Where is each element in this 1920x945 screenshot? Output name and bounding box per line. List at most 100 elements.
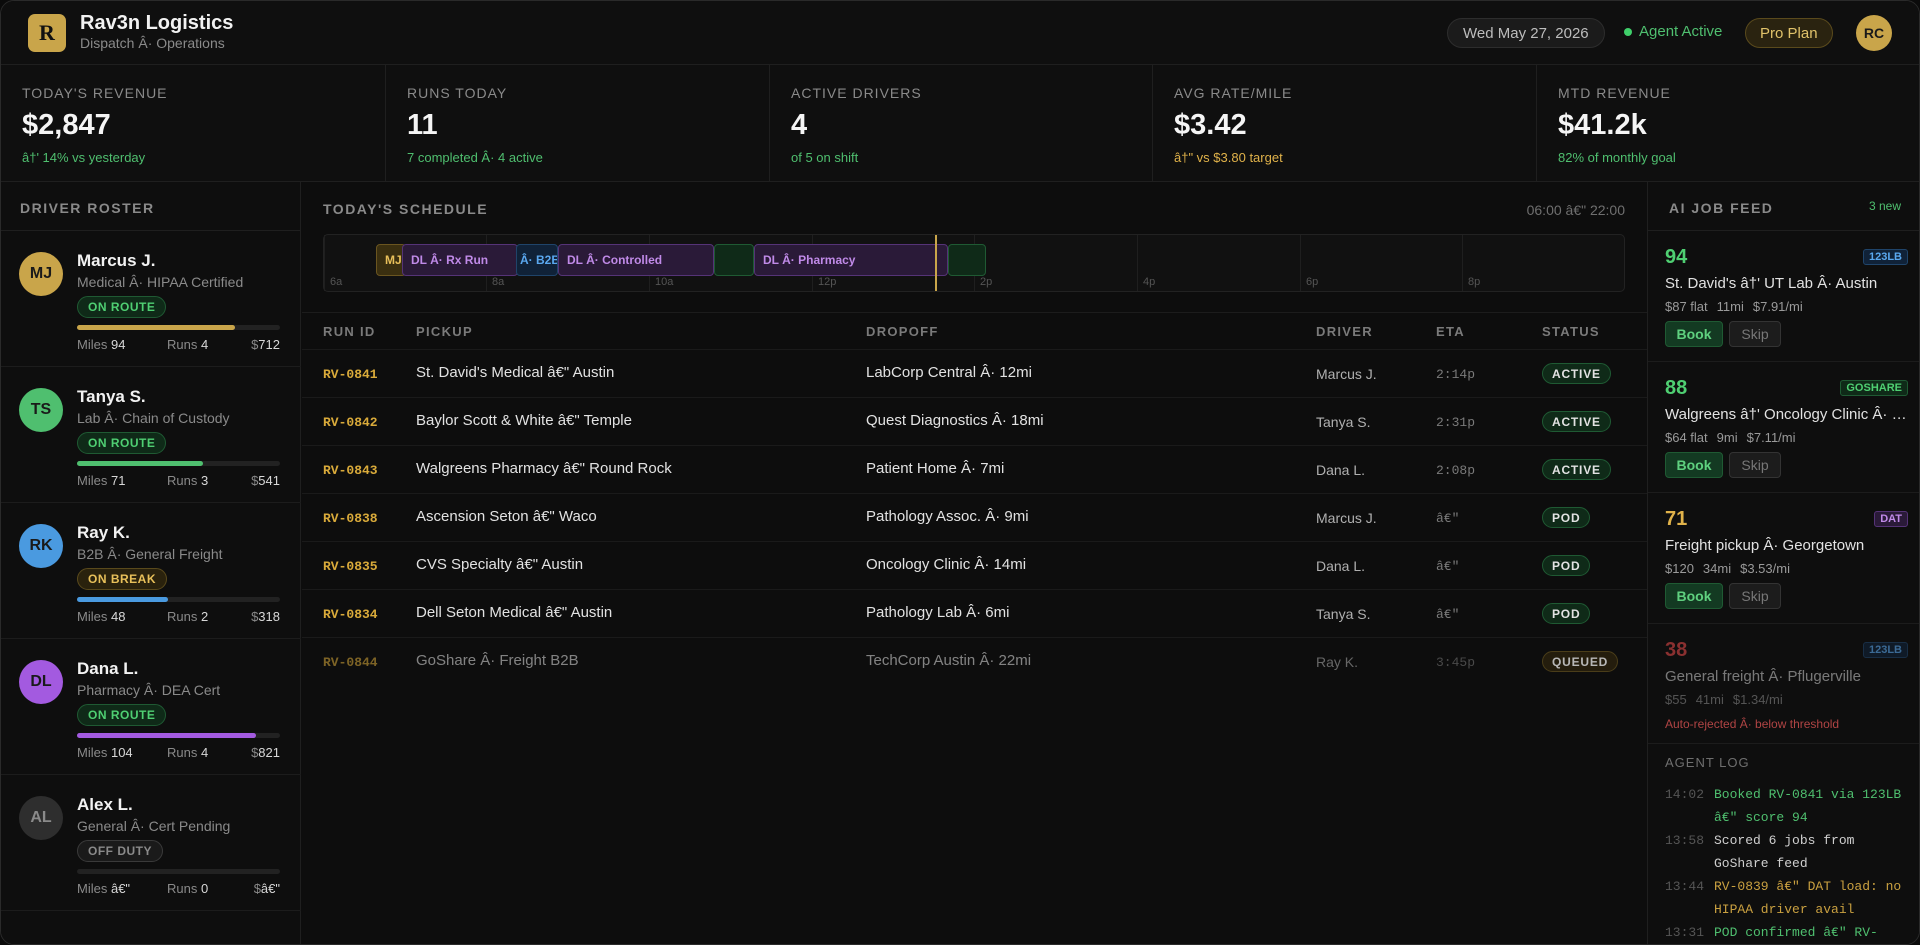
avatar: AL [19, 796, 63, 840]
col-header-status[interactable]: STATUS [1542, 324, 1600, 339]
new-count: 3 new [1868, 199, 1901, 213]
progress-bar [77, 461, 280, 466]
status-badge: ON BREAK [77, 568, 168, 590]
driver-card[interactable]: TS Tanya S. Lab Â· Chain of Custody ON R… [1, 367, 301, 503]
brand-logo: R [28, 14, 66, 52]
job-card[interactable]: 94 123LB St. David's â†' UT Lab Â· Austi… [1648, 231, 1919, 362]
run-id: RV-0843 [323, 463, 378, 478]
divider [302, 312, 1647, 313]
table-row[interactable]: RV-0834 Dell Seton Medical â€" Austin Pa… [302, 589, 1647, 637]
user-avatar[interactable]: RC [1856, 15, 1892, 51]
schedule-block[interactable]: Â· B2B C [516, 244, 558, 276]
schedule-range: 06:00 â€" 22:00 [1526, 202, 1625, 218]
book-button[interactable]: Book [1665, 452, 1723, 478]
log-time: 13:31 [1665, 925, 1705, 940]
driver-name: Tanya S. [77, 387, 146, 406]
plan-badge[interactable]: Pro Plan [1745, 18, 1833, 48]
agent-status-label: Agent Active [1639, 23, 1723, 40]
job-card[interactable]: 88 GOSHARE Walgreens â†' Oncology Clinic… [1648, 362, 1919, 493]
schedule-block[interactable] [948, 244, 986, 276]
book-button[interactable]: Book [1665, 583, 1723, 609]
driver-card[interactable]: DL Dana L. Pharmacy Â· DEA Cert ON ROUTE… [1, 639, 301, 775]
table-row[interactable]: RV-0843 Walgreens Pharmacy â€" Round Roc… [302, 445, 1647, 493]
skip-button[interactable]: Skip [1729, 452, 1781, 478]
eta: 2:31p [1436, 415, 1476, 430]
log-entry: 14:02 Booked RV-0841 via 123LB â€" score… [1665, 783, 1907, 829]
source-badge: DAT [1874, 511, 1908, 527]
job-meta: $55 41mi $1.34/mi [1665, 692, 1783, 707]
roster-title: DRIVER ROSTER [20, 200, 155, 216]
stat-active-drivers: ACTIVE DRIVERS 4 of 5 on shift [770, 65, 1153, 182]
col-header-driver[interactable]: DRIVER [1316, 324, 1373, 339]
schedule-block[interactable] [714, 244, 754, 276]
schedule-block[interactable]: DL Â· Controlled [558, 244, 714, 276]
job-title: St. David's â†' UT Lab Â· Austin [1665, 275, 1878, 292]
skip-button[interactable]: Skip [1729, 321, 1781, 347]
skip-button[interactable]: Skip [1729, 583, 1781, 609]
dropoff: Pathology Lab Â· 6mi [866, 604, 1010, 621]
avatar: RK [19, 524, 63, 568]
dropoff: Pathology Assoc. Â· 9mi [866, 508, 1029, 525]
driver-card[interactable]: AL Alex L. General Â· Cert Pending OFF D… [1, 775, 301, 911]
book-button[interactable]: Book [1665, 321, 1723, 347]
col-header-pickup[interactable]: PICKUP [416, 324, 473, 339]
date-pill[interactable]: Wed May 27, 2026 [1447, 18, 1605, 48]
driver: Dana L. [1316, 558, 1366, 574]
timeline-tick: 4p [1143, 276, 1156, 288]
schedule-block[interactable]: DL Â· Rx Run [402, 244, 518, 276]
table-row[interactable]: RV-0844 GoShare Â· Freight B2B TechCorp … [302, 637, 1647, 685]
driver-role: Pharmacy Â· DEA Cert [77, 682, 221, 698]
source-badge: GOSHARE [1840, 380, 1908, 396]
table-row[interactable]: RV-0841 St. David's Medical â€" Austin L… [302, 349, 1647, 397]
stat-label: TODAY'S REVENUE [22, 85, 168, 101]
job-card[interactable]: 71 DAT Freight pickup Â· Georgetown $120… [1648, 493, 1919, 624]
stat-sub: 82% of monthly goal [1558, 150, 1676, 165]
stat-sub: â†" vs $3.80 target [1174, 150, 1283, 165]
col-header-dropoff[interactable]: DROPOFF [866, 324, 939, 339]
agent-status[interactable]: Agent Active [1624, 23, 1722, 40]
stat-label: AVG RATE/MILE [1174, 85, 1293, 101]
run-id: RV-0841 [323, 367, 378, 382]
stat-label: ACTIVE DRIVERS [791, 85, 922, 101]
schedule-block[interactable]: DL Â· Pharmacy [754, 244, 948, 276]
status-badge: ACTIVE [1542, 363, 1611, 384]
stat-runs-today: RUNS TODAY 11 7 completed Â· 4 active [386, 65, 770, 182]
timeline-gridline [1462, 235, 1463, 291]
stat-value: $3.42 [1174, 109, 1247, 141]
eta: 2:14p [1436, 367, 1476, 382]
ai-job-feed: AI JOB FEED 3 new 94 123LB St. David's â… [1647, 182, 1919, 944]
run-id: RV-0838 [323, 511, 378, 526]
job-title: General freight Â· Pflugerville [1665, 668, 1861, 685]
driver: Ray K. [1316, 654, 1359, 670]
brand-subtitle: Dispatch Â· Operations [80, 35, 225, 51]
driver-card[interactable]: MJ Marcus J. Medical Â· HIPAA Certified … [1, 231, 301, 367]
status-badge: POD [1542, 507, 1591, 528]
col-header-run-id[interactable]: RUN ID [323, 324, 376, 339]
status-badge: ON ROUTE [77, 704, 167, 726]
table-row[interactable]: RV-0842 Baylor Scott & White â€" Temple … [302, 397, 1647, 445]
stat-value: $2,847 [22, 109, 111, 141]
app-window: R Rav3n Logistics Dispatch Â· Operations… [0, 0, 1920, 945]
log-entry: 13:44 RV-0839 â€" DAT load: no HIPAA dri… [1665, 875, 1907, 921]
table-row[interactable]: RV-0838 Ascension Seton â€" Waco Patholo… [302, 493, 1647, 541]
stats-bar: TODAY'S REVENUE $2,847 â†' 14% vs yester… [1, 65, 1919, 182]
timeline-tick: 10a [655, 276, 674, 288]
driver-card[interactable]: RK Ray K. B2B Â· General Freight ON BREA… [1, 503, 301, 639]
timeline[interactable]: 6a 8a 10a 12p 2p 4p 6p 8p MJ DL Â· Rx Ru… [323, 234, 1625, 292]
log-message: POD confirmed â€" RV- [1714, 925, 1878, 940]
job-card[interactable]: 38 123LB General freight Â· Pflugerville… [1648, 624, 1919, 744]
log-message: Booked RV-0841 via 123LB â€" score 94 [1714, 787, 1902, 825]
timeline-tick: 2p [980, 276, 993, 288]
dropoff: LabCorp Central Â· 12mi [866, 364, 1032, 381]
stat-sub: of 5 on shift [791, 150, 859, 165]
driver-name: Dana L. [77, 659, 139, 678]
dropoff: Patient Home Â· 7mi [866, 460, 1005, 477]
table-row[interactable]: RV-0835 CVS Specialty â€" Austin Oncolog… [302, 541, 1647, 589]
col-header-eta[interactable]: ETA [1436, 324, 1465, 339]
pickup: Baylor Scott & White â€" Temple [416, 412, 632, 429]
stat-value: 11 [407, 109, 438, 141]
eta: â€" [1436, 607, 1460, 622]
source-badge: 123LB [1862, 642, 1908, 658]
avatar: TS [19, 388, 63, 432]
status-badge: QUEUED [1542, 651, 1619, 672]
